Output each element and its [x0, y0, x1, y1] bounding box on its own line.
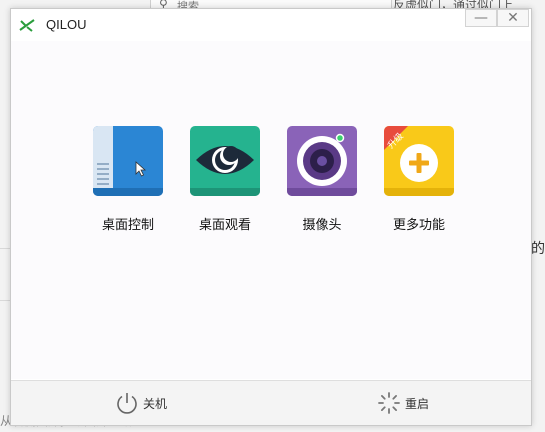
shutdown-button[interactable]: 关机: [115, 391, 185, 417]
plus-icon: 升级: [384, 126, 454, 196]
camera-icon: [287, 126, 357, 196]
footer-bar: 关机 重启: [11, 380, 531, 425]
function-panel: 桌面控制 桌面观看 摄像头 升级 更多功能: [11, 41, 531, 379]
background-side-text: 的: [531, 241, 545, 257]
tile-label: 桌面观看: [198, 218, 251, 233]
restart-spinner-icon: [378, 392, 400, 414]
tile-label: 更多功能: [392, 218, 445, 233]
tile-camera[interactable]: 摄像头: [272, 126, 372, 233]
background-divider: [0, 300, 10, 301]
qilou-dialog: QILOU — ✕ 桌面控制 桌面观看 摄像头 升级 更多功能 关机 重启: [10, 8, 532, 426]
minimize-button[interactable]: —: [465, 9, 497, 27]
restart-button[interactable]: 重启: [377, 391, 447, 417]
background-divider: [0, 248, 10, 249]
tile-desktop-control[interactable]: 桌面控制: [78, 126, 178, 233]
desktop-control-icon: [93, 126, 163, 196]
close-button[interactable]: ✕: [497, 9, 529, 27]
title-bar[interactable]: QILOU — ✕: [11, 9, 531, 41]
eye-icon: [190, 126, 260, 196]
shutdown-label: 关机: [143, 397, 168, 411]
tile-label: 桌面控制: [101, 218, 154, 233]
tile-desktop-watch[interactable]: 桌面观看: [175, 126, 275, 233]
tile-label: 摄像头: [302, 218, 342, 233]
qilou-logo-icon: [19, 19, 35, 32]
tile-more-functions[interactable]: 升级 更多功能: [369, 126, 469, 233]
restart-label: 重启: [405, 397, 430, 411]
window-title: QILOU: [46, 17, 87, 32]
power-icon: [117, 393, 137, 414]
